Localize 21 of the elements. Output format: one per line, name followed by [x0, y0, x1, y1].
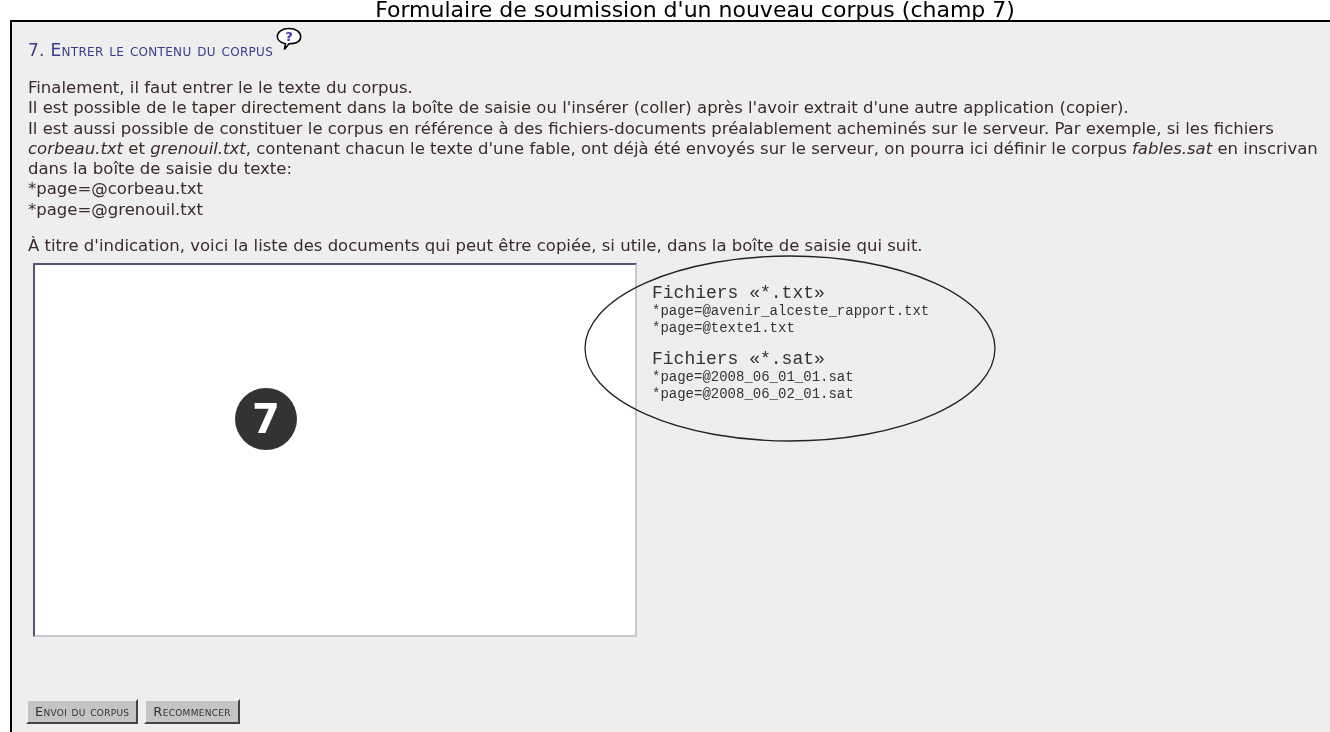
file-reference: *page=@avenir_alceste_rapport.txt [652, 303, 930, 321]
instruction-text: Finalement, il faut entrer le le texte du corpus. [28, 78, 414, 99]
file-reference: *page=@2008_06_01_01.sat [652, 369, 855, 387]
section-heading: 7. Entrer le contenu du corpus [28, 40, 274, 60]
file-reference: *page=@2008_06_02_01.sat [652, 386, 855, 404]
form-button[interactable]: Envoi du corpus [26, 699, 139, 725]
hint-text: À titre d'indication, voici la liste des documents qui peut être copiée, si utile, dans la boîte de saisie qui suit. [28, 236, 924, 257]
form-button[interactable]: Recommencer [144, 699, 240, 725]
help-bubble-icon[interactable]: ? [275, 26, 304, 52]
file-reference: *page=@texte1.txt [652, 320, 796, 338]
instruction-text: *page=@corbeau.txt [28, 179, 204, 200]
instruction-text: dans la boîte de saisie du texte: [28, 159, 294, 180]
instruction-text: Il est aussi possible de constituer le corpus en référence à des fichiers-documents préalablement acheminés sur le serveur. Par exemple, si les fichiers [28, 118, 1275, 139]
corpus-text-area[interactable]: 7 [33, 263, 637, 638]
instruction-text: corbeau.txt et grenouil.txt, contenant chacun le texte d'une fable, ont déjà été envoyés sur le serveur, on pourra ici définir le corpus fables.sat en inscrivan [28, 138, 1319, 160]
file-group-title: Fichiers «*.txt» [652, 283, 826, 304]
page-title: Formulaire de soumission d'un nouveau corpus (champ 7) [374, 0, 1016, 20]
instruction-text: Il est possible de le taper directement dans la boîte de saisie ou l'insérer (coller) après l'avoir extrait d'une autre application (copier). [28, 98, 1130, 119]
instruction-text: *page=@grenouil.txt [28, 199, 204, 221]
file-group-title: Fichiers «*.sat» [652, 349, 826, 370]
step-badge: 7 [235, 388, 297, 451]
